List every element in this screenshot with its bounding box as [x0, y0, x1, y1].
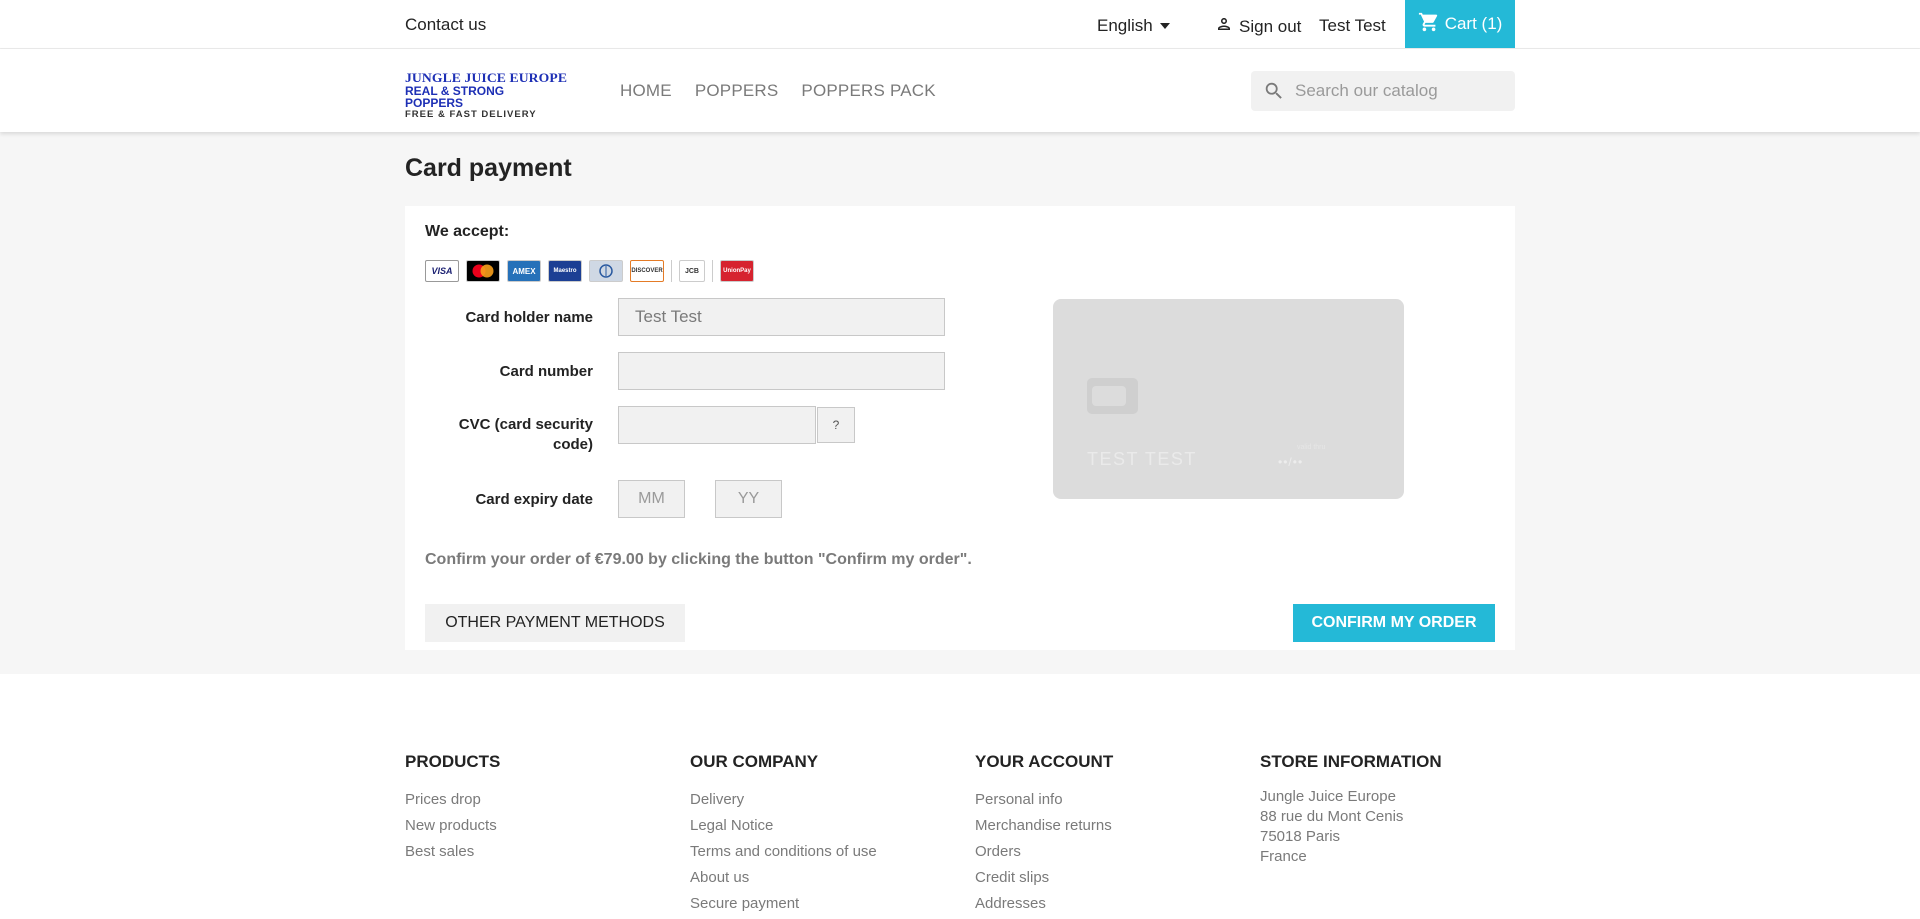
- we-accept-label: We accept:: [425, 223, 510, 240]
- footer-link-credit-slips[interactable]: Credit slips: [975, 865, 1113, 891]
- nav-poppers-pack[interactable]: POPPERS PACK: [801, 81, 935, 101]
- store-address-line: 75018 Paris: [1260, 828, 1341, 845]
- store-logo[interactable]: JUNGLE JUICE EUROPE REAL & STRONG POPPER…: [405, 71, 567, 120]
- confirm-order-text: Confirm your order of €79.00 by clicking…: [425, 551, 972, 568]
- footer-products: PRODUCTS Prices drop New products Best s…: [405, 752, 500, 865]
- store-address-line: France: [1260, 848, 1307, 865]
- footer-link-orders[interactable]: Orders: [975, 839, 1113, 865]
- footer-link-personal-info[interactable]: Personal info: [975, 787, 1113, 813]
- store-address-line: 88 rue du Mont Cenis: [1260, 808, 1404, 825]
- search-icon[interactable]: [1263, 80, 1285, 102]
- cart-label: Cart (1): [1444, 14, 1503, 33]
- card-preview-holder: TEST TEST: [1087, 449, 1197, 469]
- footer-products-title: PRODUCTS: [405, 752, 501, 771]
- confirm-order-button[interactable]: CONFIRM MY ORDER: [1293, 604, 1495, 642]
- footer-link-terms[interactable]: Terms and conditions of use: [690, 839, 877, 865]
- footer-link-about-us[interactable]: About us: [690, 865, 877, 891]
- nav-poppers[interactable]: POPPERS: [695, 81, 779, 101]
- footer-link-delivery[interactable]: Delivery: [690, 787, 877, 813]
- footer-link-addresses[interactable]: Addresses: [975, 891, 1113, 917]
- search-input[interactable]: [1295, 81, 1495, 101]
- sign-out-link[interactable]: Sign out: [1215, 15, 1301, 38]
- footer-link-prices-drop[interactable]: Prices drop: [405, 787, 500, 813]
- logo-divider: [712, 260, 713, 282]
- jcb-icon: JCB: [679, 260, 705, 282]
- footer: PRODUCTS Prices drop New products Best s…: [0, 674, 1920, 919]
- card-number-row: Card number: [425, 352, 945, 390]
- card-number-input[interactable]: [618, 352, 945, 390]
- logo-divider: [671, 260, 672, 282]
- page-title: Card payment: [405, 154, 572, 182]
- card-preview: TEST TEST valid thru ••/••: [1053, 299, 1404, 499]
- search-box: [1251, 71, 1515, 111]
- language-selector[interactable]: English: [1097, 16, 1170, 36]
- unionpay-icon: UnionPay: [720, 260, 754, 282]
- contact-us-link[interactable]: Contact us: [405, 15, 486, 35]
- cvc-label: CVC (card security code): [458, 416, 593, 453]
- card-holder-input[interactable]: Test Test: [618, 298, 945, 336]
- logo-line-1: JUNGLE JUICE EUROPE: [405, 70, 568, 85]
- main-content: Card payment We accept: VISA AMEX Maestr…: [0, 132, 1920, 674]
- footer-company: OUR COMPANY Delivery Legal Notice Terms …: [690, 752, 877, 917]
- user-icon: [1215, 15, 1233, 38]
- card-holder-row: Card holder name Test Test: [425, 298, 945, 336]
- maestro-icon: Maestro: [548, 260, 582, 282]
- expiry-year-input[interactable]: YY: [715, 480, 782, 518]
- card-preview-expiry: ••/••: [1278, 455, 1304, 469]
- logo-line-2: REAL & STRONG POPPERS: [405, 84, 505, 110]
- footer-link-merchandise-returns[interactable]: Merchandise returns: [975, 813, 1113, 839]
- card-preview-valid-label: valid thru: [1297, 444, 1326, 451]
- shopping-cart-icon: [1418, 11, 1440, 38]
- expiry-month-input[interactable]: MM: [618, 480, 685, 518]
- amex-icon: AMEX: [507, 260, 541, 282]
- account-name-link[interactable]: Test Test: [1319, 16, 1386, 36]
- card-number-label: Card number: [499, 363, 593, 380]
- cart-button[interactable]: Cart (1): [1405, 0, 1515, 48]
- footer-account-title: YOUR ACCOUNT: [975, 752, 1114, 771]
- discover-icon: DISCOVER: [630, 260, 664, 282]
- expiry-label: Card expiry date: [475, 491, 593, 508]
- caret-down-icon: [1159, 23, 1170, 29]
- other-payment-methods-button[interactable]: OTHER PAYMENT METHODS: [425, 604, 685, 642]
- cvc-help-button[interactable]: ?: [817, 407, 855, 443]
- diners-icon: [589, 260, 623, 282]
- footer-company-title: OUR COMPANY: [690, 752, 819, 771]
- card-chip-icon: [1087, 378, 1138, 414]
- expiry-row: Card expiry date MM YY: [425, 480, 782, 518]
- footer-link-best-sales[interactable]: Best sales: [405, 839, 500, 865]
- sign-out-label: Sign out: [1239, 16, 1302, 36]
- mastercard-icon: [466, 260, 500, 282]
- visa-icon: VISA: [425, 260, 459, 282]
- footer-store-title: STORE INFORMATION: [1260, 752, 1442, 771]
- footer-store: STORE INFORMATION Jungle Juice Europe 88…: [1260, 752, 1442, 867]
- logo-line-3: FREE & FAST DELIVERY: [405, 109, 537, 120]
- footer-account: YOUR ACCOUNT Personal info Merchandise r…: [975, 752, 1113, 917]
- nav-home[interactable]: HOME: [620, 81, 672, 101]
- footer-link-legal-notice[interactable]: Legal Notice: [690, 813, 877, 839]
- footer-link-secure-payment[interactable]: Secure payment: [690, 891, 877, 917]
- card-holder-label: Card holder name: [465, 309, 593, 326]
- store-address-line: Jungle Juice Europe: [1260, 788, 1396, 805]
- cvc-row: CVC (card security code) ?: [425, 406, 855, 455]
- footer-link-new-products[interactable]: New products: [405, 813, 500, 839]
- card-payment-panel: We accept: VISA AMEX Maestro DISCOVER JC…: [405, 206, 1515, 650]
- cvc-input[interactable]: [618, 406, 816, 444]
- accepted-cards: VISA AMEX Maestro DISCOVER JCB UnionPay: [425, 260, 754, 282]
- main-nav: HOME POPPERS POPPERS PACK: [620, 81, 936, 101]
- main-header: JUNGLE JUICE EUROPE REAL & STRONG POPPER…: [0, 49, 1920, 132]
- top-bar: Contact us English Sign out Test Test Ca…: [0, 0, 1920, 49]
- language-label: English: [1097, 16, 1153, 35]
